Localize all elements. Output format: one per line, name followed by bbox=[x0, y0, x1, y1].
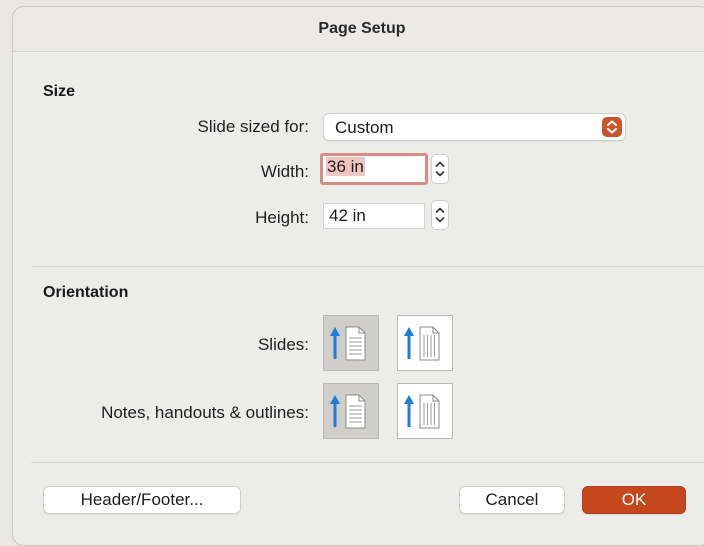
ok-button[interactable]: OK bbox=[582, 486, 686, 514]
height-field[interactable]: 42 in bbox=[323, 203, 425, 229]
notes-orientation-label: Notes, handouts & outlines: bbox=[101, 403, 309, 422]
divider bbox=[31, 266, 704, 267]
slide-sized-for-label: Slide sized for: bbox=[197, 117, 310, 136]
portrait-page-icon bbox=[330, 326, 366, 361]
width-field[interactable]: 36 in bbox=[320, 153, 428, 185]
height-label: Height: bbox=[255, 208, 309, 227]
orientation-section-title: Orientation bbox=[43, 284, 129, 301]
cancel-button[interactable]: Cancel bbox=[459, 486, 565, 514]
notes-landscape-button[interactable] bbox=[397, 383, 453, 439]
height-stepper[interactable] bbox=[431, 200, 449, 230]
slides-landscape-button[interactable] bbox=[397, 315, 453, 371]
slide-size-popup[interactable]: Custom bbox=[323, 113, 626, 141]
height-value: 42 in bbox=[329, 206, 366, 225]
portrait-page-icon bbox=[330, 394, 366, 429]
title-bar: Page Setup bbox=[13, 7, 704, 52]
up-down-chevron-icon bbox=[602, 117, 622, 137]
notes-portrait-button[interactable] bbox=[323, 383, 379, 439]
landscape-page-icon bbox=[404, 394, 440, 429]
width-stepper[interactable] bbox=[431, 154, 449, 184]
slides-portrait-button[interactable] bbox=[323, 315, 379, 371]
stepper-arrows-icon bbox=[435, 207, 445, 223]
page-setup-dialog: Page Setup Size Slide sized for: Custom … bbox=[12, 6, 704, 546]
stepper-arrows-icon bbox=[435, 161, 445, 177]
header-footer-button[interactable]: Header/Footer... bbox=[43, 486, 241, 514]
landscape-page-icon bbox=[404, 326, 440, 361]
slides-orientation-label: Slides: bbox=[257, 335, 309, 354]
width-field-text: 36 in bbox=[326, 157, 365, 177]
slide-size-value: Custom bbox=[335, 118, 394, 137]
divider bbox=[31, 462, 704, 463]
width-value: 36 in bbox=[326, 157, 365, 176]
size-section-title: Size bbox=[43, 83, 76, 100]
width-label: Width: bbox=[260, 162, 309, 181]
dialog-title: Page Setup bbox=[318, 20, 406, 37]
